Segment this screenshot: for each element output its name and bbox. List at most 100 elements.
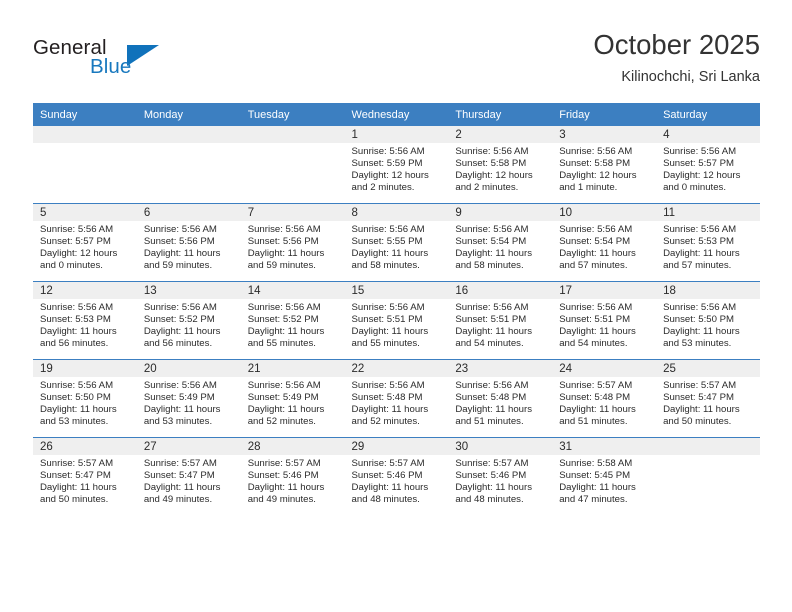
sunset-time: Sunset: 5:49 PM [247, 392, 319, 404]
sunrise-time: Sunrise: 5:57 AM [247, 458, 321, 469]
calendar-day-cell[interactable]: 8 Sunrise: 5:56 AM Sunset: 5:55 PM Daylight… [344, 203, 449, 282]
sunrise-time: Sunrise: 5:56 AM [663, 146, 737, 157]
daylight-duration: Daylight: 11 hours and 51 minutes. [455, 404, 532, 428]
daylight-duration: Daylight: 11 hours and 53 minutes. [663, 326, 740, 350]
calendar-week-row: 1 Sunrise: 5:56 AM Sunset: 5:59 PM Daylight… [33, 126, 760, 204]
day-details: Sunrise: 5:57 AM Sunset: 5:47 PM Daylight:… [33, 455, 137, 506]
sunset-time: Sunset: 5:48 PM [559, 392, 631, 404]
sunrise-time: Sunrise: 5:56 AM [351, 380, 425, 391]
daylight-duration: Daylight: 11 hours and 49 minutes. [143, 482, 221, 506]
sunset-time: Sunset: 5:55 PM [351, 236, 423, 248]
sunset-time: Sunset: 5:47 PM [663, 392, 734, 404]
day-number: 16 [448, 282, 553, 299]
day-number: 19 [33, 360, 137, 377]
calendar-day-cell[interactable]: 21 Sunrise: 5:56 AM Sunset: 5:49 PM Dayligh… [240, 359, 345, 438]
calendar-day-cell[interactable]: 26 Sunrise: 5:57 AM Sunset: 5:47 PM Dayligh… [33, 437, 137, 515]
general-blue-logo[interactable]: General Blue [33, 36, 233, 92]
weekday-header-saturday: Saturday [656, 103, 760, 126]
calendar-day-cell[interactable]: 25 Sunrise: 5:57 AM Sunset: 5:47 PM Dayligh… [656, 359, 760, 438]
calendar-day-cell[interactable]: 31 Sunrise: 5:58 AM Sunset: 5:45 PM Dayligh… [552, 437, 657, 515]
sunset-time: Sunset: 5:53 PM [40, 314, 111, 326]
sunrise-time: Sunrise: 5:56 AM [40, 224, 114, 235]
title-block: October 2025 Kilinochchi, Sri Lanka [593, 28, 760, 88]
calendar-day-cell[interactable]: 23 Sunrise: 5:56 AM Sunset: 5:48 PM Dayligh… [448, 359, 553, 438]
calendar-day-cell[interactable]: 13 Sunrise: 5:56 AM Sunset: 5:52 PM Dayligh… [136, 281, 241, 360]
calendar-day-cell[interactable]: 1 Sunrise: 5:56 AM Sunset: 5:59 PM Daylight… [344, 126, 449, 204]
sunrise-time: Sunrise: 5:56 AM [559, 146, 633, 157]
day-details: Sunrise: 5:56 AM Sunset: 5:57 PM Daylight:… [33, 221, 137, 272]
calendar-day-cell[interactable]: 7 Sunrise: 5:56 AM Sunset: 5:56 PM Daylight… [240, 203, 345, 282]
day-details: Sunrise: 5:56 AM Sunset: 5:54 PM Daylight:… [552, 221, 656, 272]
sunrise-time: Sunrise: 5:58 AM [559, 458, 633, 469]
sunset-time: Sunset: 5:49 PM [143, 392, 215, 404]
calendar-day-cell[interactable]: 17 Sunrise: 5:56 AM Sunset: 5:51 PM Dayligh… [552, 281, 657, 360]
calendar-day-cell[interactable]: 10 Sunrise: 5:56 AM Sunset: 5:54 PM Dayligh… [552, 203, 657, 282]
sunset-time: Sunset: 5:48 PM [351, 392, 423, 404]
calendar-day-cell[interactable]: 18 Sunrise: 5:56 AM Sunset: 5:50 PM Dayligh… [656, 281, 760, 360]
calendar-day-cell[interactable]: 29 Sunrise: 5:57 AM Sunset: 5:46 PM Dayligh… [344, 437, 449, 515]
day-number: 8 [344, 204, 449, 221]
day-details: Sunrise: 5:56 AM Sunset: 5:51 PM Daylight:… [448, 299, 552, 350]
day-details: Sunrise: 5:56 AM Sunset: 5:55 PM Daylight:… [345, 221, 449, 272]
sunset-time: Sunset: 5:52 PM [143, 314, 215, 326]
calendar-day-cell[interactable]: 28 Sunrise: 5:57 AM Sunset: 5:46 PM Dayligh… [240, 437, 345, 515]
calendar-day-cell[interactable]: 24 Sunrise: 5:57 AM Sunset: 5:48 PM Dayligh… [552, 359, 657, 438]
daylight-duration: Daylight: 11 hours and 56 minutes. [143, 326, 221, 350]
sunrise-time: Sunrise: 5:56 AM [247, 302, 321, 313]
calendar-day-cell[interactable]: 5 Sunrise: 5:56 AM Sunset: 5:57 PM Daylight… [33, 203, 137, 282]
sunset-time: Sunset: 5:46 PM [247, 470, 319, 482]
day-number: 2 [448, 126, 553, 143]
sunset-time: Sunset: 5:47 PM [143, 470, 215, 482]
day-details: Sunrise: 5:56 AM Sunset: 5:54 PM Daylight:… [448, 221, 552, 272]
day-details: Sunrise: 5:56 AM Sunset: 5:48 PM Daylight:… [448, 377, 552, 428]
day-details: Sunrise: 5:56 AM Sunset: 5:50 PM Daylight:… [33, 377, 137, 428]
sunrise-time: Sunrise: 5:57 AM [143, 458, 217, 469]
sunrise-time: Sunrise: 5:56 AM [40, 380, 114, 391]
day-number: 12 [33, 282, 137, 299]
daylight-duration: Daylight: 11 hours and 55 minutes. [247, 326, 325, 350]
day-number: 21 [240, 360, 345, 377]
calendar-day-cell[interactable]: 20 Sunrise: 5:56 AM Sunset: 5:49 PM Dayligh… [136, 359, 241, 438]
calendar-day-cell[interactable]: 3 Sunrise: 5:56 AM Sunset: 5:58 PM Daylight… [552, 126, 657, 204]
sunrise-time: Sunrise: 5:56 AM [663, 224, 737, 235]
sunset-time: Sunset: 5:56 PM [143, 236, 215, 248]
calendar-week-row: 19 Sunrise: 5:56 AM Sunset: 5:50 PM Dayligh… [33, 359, 760, 438]
daylight-duration: Daylight: 11 hours and 59 minutes. [247, 248, 325, 272]
day-number: 28 [240, 438, 345, 455]
sunrise-time: Sunrise: 5:57 AM [663, 380, 737, 391]
logo-text-blue: Blue [90, 55, 132, 78]
calendar-day-cell[interactable]: 12 Sunrise: 5:56 AM Sunset: 5:53 PM Dayligh… [33, 281, 137, 360]
daylight-duration: Daylight: 11 hours and 52 minutes. [351, 404, 429, 428]
calendar-day-cell[interactable]: 30 Sunrise: 5:57 AM Sunset: 5:46 PM Dayligh… [448, 437, 553, 515]
day-details: Sunrise: 5:56 AM Sunset: 5:48 PM Daylight:… [345, 377, 449, 428]
calendar-day-cell[interactable]: 11 Sunrise: 5:56 AM Sunset: 5:53 PM Dayligh… [656, 203, 760, 282]
sunset-time: Sunset: 5:51 PM [455, 314, 527, 326]
sunset-time: Sunset: 5:46 PM [351, 470, 423, 482]
sunrise-time: Sunrise: 5:56 AM [143, 302, 217, 313]
calendar-day-cell[interactable]: 22 Sunrise: 5:56 AM Sunset: 5:48 PM Dayligh… [344, 359, 449, 438]
day-number: 26 [33, 438, 137, 455]
daylight-duration: Daylight: 11 hours and 55 minutes. [351, 326, 429, 350]
calendar-day-cell[interactable]: 16 Sunrise: 5:56 AM Sunset: 5:51 PM Dayligh… [448, 281, 553, 360]
day-details: Sunrise: 5:57 AM Sunset: 5:47 PM Daylight:… [656, 377, 760, 428]
sunrise-time: Sunrise: 5:56 AM [143, 224, 217, 235]
calendar-day-cell[interactable]: 6 Sunrise: 5:56 AM Sunset: 5:56 PM Daylight… [136, 203, 241, 282]
sunrise-time: Sunrise: 5:56 AM [455, 380, 529, 391]
day-details: Sunrise: 5:56 AM Sunset: 5:52 PM Daylight:… [137, 299, 241, 350]
calendar-day-cell[interactable]: 2 Sunrise: 5:56 AM Sunset: 5:58 PM Daylight… [448, 126, 553, 204]
daylight-duration: Daylight: 11 hours and 47 minutes. [559, 482, 636, 506]
day-number: 3 [552, 126, 657, 143]
daylight-duration: Daylight: 12 hours and 2 minutes. [351, 170, 429, 194]
sunset-time: Sunset: 5:51 PM [559, 314, 631, 326]
daylight-duration: Daylight: 11 hours and 56 minutes. [40, 326, 117, 350]
calendar-day-cell[interactable]: 15 Sunrise: 5:56 AM Sunset: 5:51 PM Dayligh… [344, 281, 449, 360]
calendar-day-cell[interactable]: 4 Sunrise: 5:56 AM Sunset: 5:57 PM Daylight… [656, 126, 760, 204]
calendar-day-cell[interactable]: 19 Sunrise: 5:56 AM Sunset: 5:50 PM Dayligh… [33, 359, 137, 438]
calendar-day-cell[interactable]: 14 Sunrise: 5:56 AM Sunset: 5:52 PM Dayligh… [240, 281, 345, 360]
sunset-time: Sunset: 5:54 PM [455, 236, 527, 248]
day-number: 24 [552, 360, 657, 377]
calendar-day-cell[interactable]: 27 Sunrise: 5:57 AM Sunset: 5:47 PM Dayligh… [136, 437, 241, 515]
calendar-day-cell[interactable]: 9 Sunrise: 5:56 AM Sunset: 5:54 PM Daylight… [448, 203, 553, 282]
day-number: 23 [448, 360, 553, 377]
calendar-page: General Blue October 2025 Kilinochchi, S… [0, 0, 792, 612]
